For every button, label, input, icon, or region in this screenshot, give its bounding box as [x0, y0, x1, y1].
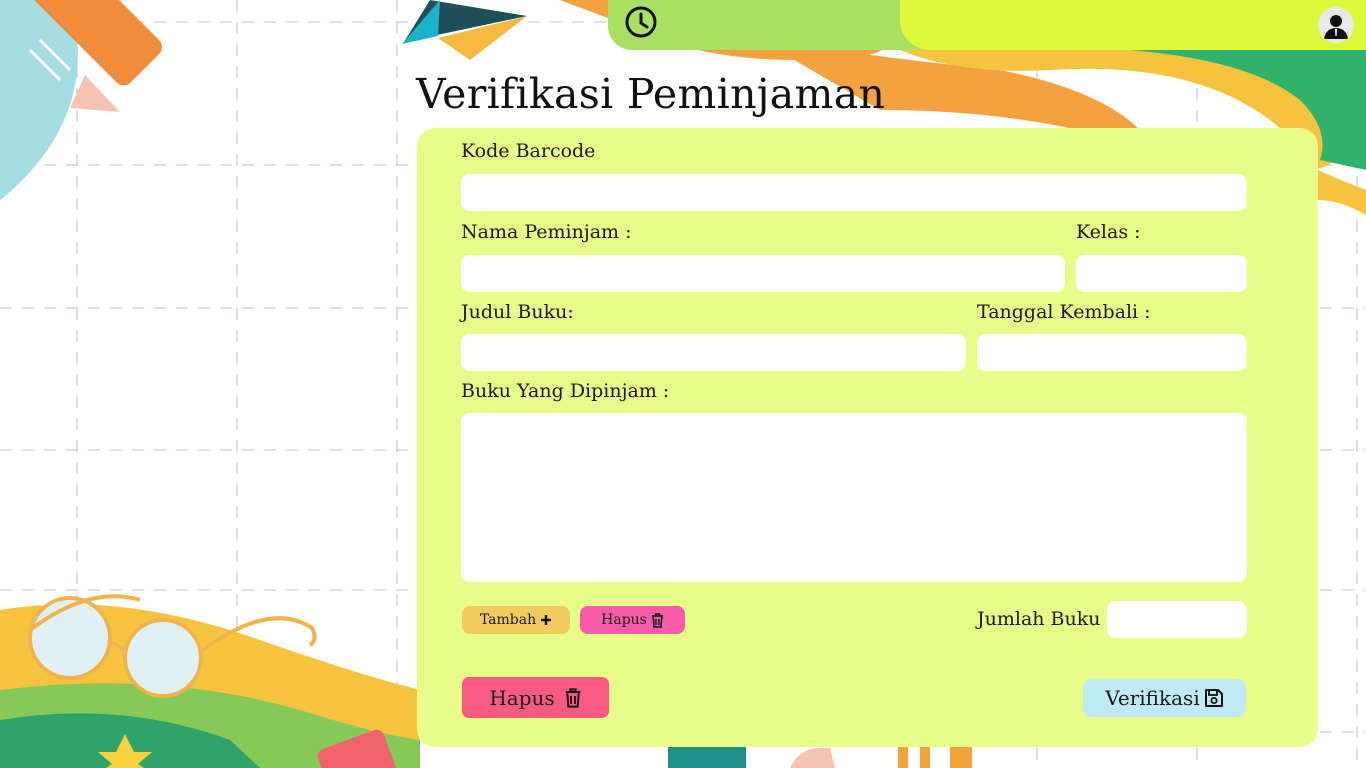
buku-dipinjam-label: Buku Yang Dipinjam : — [461, 380, 670, 402]
user-avatar-icon[interactable] — [1318, 7, 1354, 43]
jumlah-buku-label: Jumlah Buku : — [977, 608, 1113, 630]
judul-buku-label: Judul Buku: — [461, 301, 574, 323]
hapus-button[interactable]: Hapus — [462, 677, 609, 718]
hapus-item-button-label: Hapus — [601, 612, 647, 628]
verifikasi-button-label: Verifikasi — [1105, 686, 1200, 710]
tambah-button[interactable]: Tambah — [462, 606, 570, 634]
verifikasi-button[interactable]: Verifikasi — [1083, 679, 1246, 717]
buku-dipinjam-textarea[interactable] — [461, 413, 1247, 582]
tanggal-kembali-input[interactable] — [977, 334, 1247, 371]
tambah-button-label: Tambah — [479, 612, 537, 628]
top-bar-right — [900, 0, 1366, 50]
tanggal-kembali-label: Tanggal Kembali : — [977, 301, 1151, 323]
page-title: Verifikasi Peminjaman — [416, 70, 886, 118]
kelas-input[interactable] — [1076, 255, 1247, 292]
nama-peminjam-label: Nama Peminjam : — [461, 221, 632, 243]
kode-barcode-input[interactable] — [461, 174, 1247, 211]
trash-icon — [565, 687, 580, 708]
jumlah-buku-input[interactable] — [1107, 601, 1247, 638]
save-icon — [1204, 689, 1223, 707]
clock-icon[interactable] — [624, 5, 658, 39]
hapus-item-button[interactable]: Hapus — [580, 606, 685, 634]
trash-icon — [651, 612, 663, 628]
judul-buku-input[interactable] — [461, 334, 966, 371]
kelas-label: Kelas : — [1076, 221, 1141, 243]
nama-peminjam-input[interactable] — [461, 255, 1065, 292]
plus-icon — [541, 615, 552, 625]
kode-barcode-label: Kode Barcode — [461, 140, 596, 162]
hapus-button-label: Hapus — [489, 685, 555, 710]
